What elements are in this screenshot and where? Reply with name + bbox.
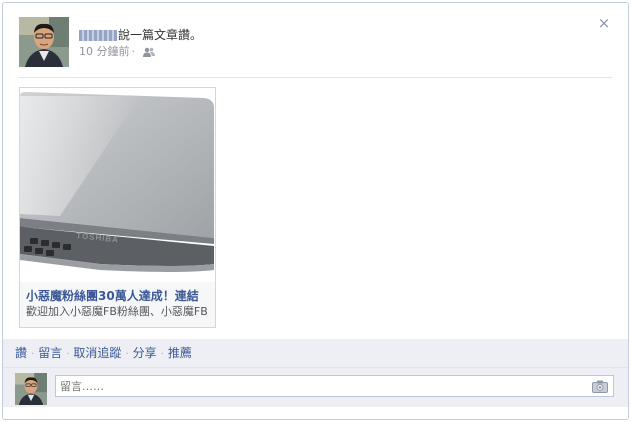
recommend-link[interactable]: 推薦 <box>168 346 192 360</box>
header-divider <box>19 77 612 78</box>
avatar[interactable] <box>15 373 47 405</box>
attachment-description: 歡迎加入小惡魔FB粉絲團、小惡魔FB <box>26 305 208 318</box>
unfollow-link[interactable]: 取消追蹤 <box>73 346 121 360</box>
laptop-photo[interactable]: TOSHIBA <box>20 88 215 282</box>
comment-link[interactable]: 留言 <box>38 346 62 360</box>
author-name[interactable] <box>79 30 117 41</box>
like-link[interactable]: 讚 <box>15 346 27 360</box>
action-separator: · <box>125 349 129 360</box>
story-line: 說一篇文章讚。 <box>79 27 202 43</box>
story-header-text: 說一篇文章讚。 10 分鐘前 · <box>79 27 202 61</box>
share-link[interactable]: 分享 <box>133 346 157 360</box>
camera-icon[interactable] <box>592 380 608 393</box>
comment-input[interactable] <box>55 375 614 397</box>
action-separator: · <box>160 349 164 360</box>
story-text: 說一篇文章讚。 <box>118 28 203 42</box>
story-actions-bar: 讚 · 留言 · 取消追蹤 · 分享 · 推薦 <box>3 339 628 367</box>
profile-photo <box>19 17 69 67</box>
friends-icon[interactable] <box>143 47 155 61</box>
story-meta: 10 分鐘前 · <box>79 45 202 61</box>
story-header: 說一篇文章讚。 10 分鐘前 · <box>19 17 588 69</box>
timestamp[interactable]: 10 分鐘前 <box>79 45 130 58</box>
close-icon[interactable]: × <box>596 15 612 31</box>
action-separator: · <box>66 349 70 360</box>
attachment-title[interactable]: 小惡魔粉絲團30萬人達成！連結 <box>26 289 209 304</box>
comment-composer <box>3 367 628 407</box>
action-separator: · <box>31 349 35 360</box>
feed-story-card: × 說一篇文章讚。 10 分鐘前 · TOSHIBA 小惡魔粉絲團30萬人達成！… <box>2 2 629 420</box>
shared-link-attachment[interactable]: TOSHIBA 小惡魔粉絲團30萬人達成！連結 歡迎加入小惡魔FB粉絲團、小惡魔… <box>19 87 216 328</box>
meta-separator: · <box>131 45 136 58</box>
attachment-caption: 小惡魔粉絲團30萬人達成！連結 歡迎加入小惡魔FB粉絲團、小惡魔FB <box>20 282 215 327</box>
profile-photo <box>15 373 47 405</box>
avatar[interactable] <box>19 17 69 67</box>
